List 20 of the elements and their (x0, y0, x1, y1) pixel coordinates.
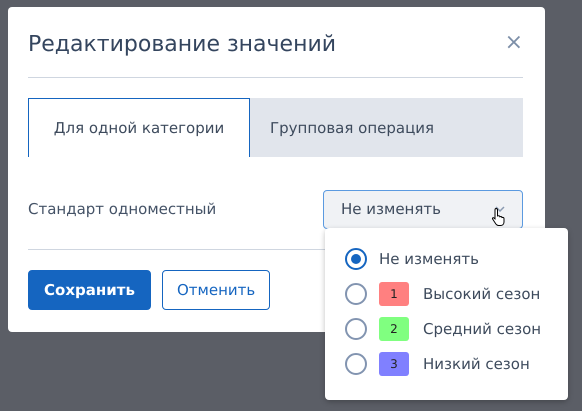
option-label[interactable]: Низкий сезон (423, 355, 530, 373)
radio-button[interactable] (345, 353, 367, 375)
cancel-button[interactable]: Отменить (162, 270, 270, 310)
season-badge: 2 (379, 317, 409, 341)
option-label[interactable]: Средний сезон (423, 320, 542, 338)
hand-cursor-icon (491, 207, 507, 227)
tab[interactable]: Групповая операция (250, 98, 523, 157)
season-badge: 3 (379, 352, 409, 376)
field-label: Стандарт одноместный (28, 200, 216, 218)
option-label[interactable]: Высокий сезон (423, 285, 540, 303)
save-button[interactable]: Сохранить (28, 270, 151, 310)
option-label[interactable]: Не изменять (379, 250, 479, 268)
chevron-down-icon (495, 206, 505, 212)
radio-button[interactable] (345, 318, 367, 340)
select-field[interactable]: Не изменять (323, 190, 523, 228)
season-badge: 1 (379, 282, 409, 306)
dialog-title: Редактирование значений (28, 30, 336, 56)
radio-button[interactable] (345, 248, 367, 270)
tab[interactable]: Для одной категории (28, 98, 250, 157)
radio-button[interactable] (345, 283, 367, 305)
